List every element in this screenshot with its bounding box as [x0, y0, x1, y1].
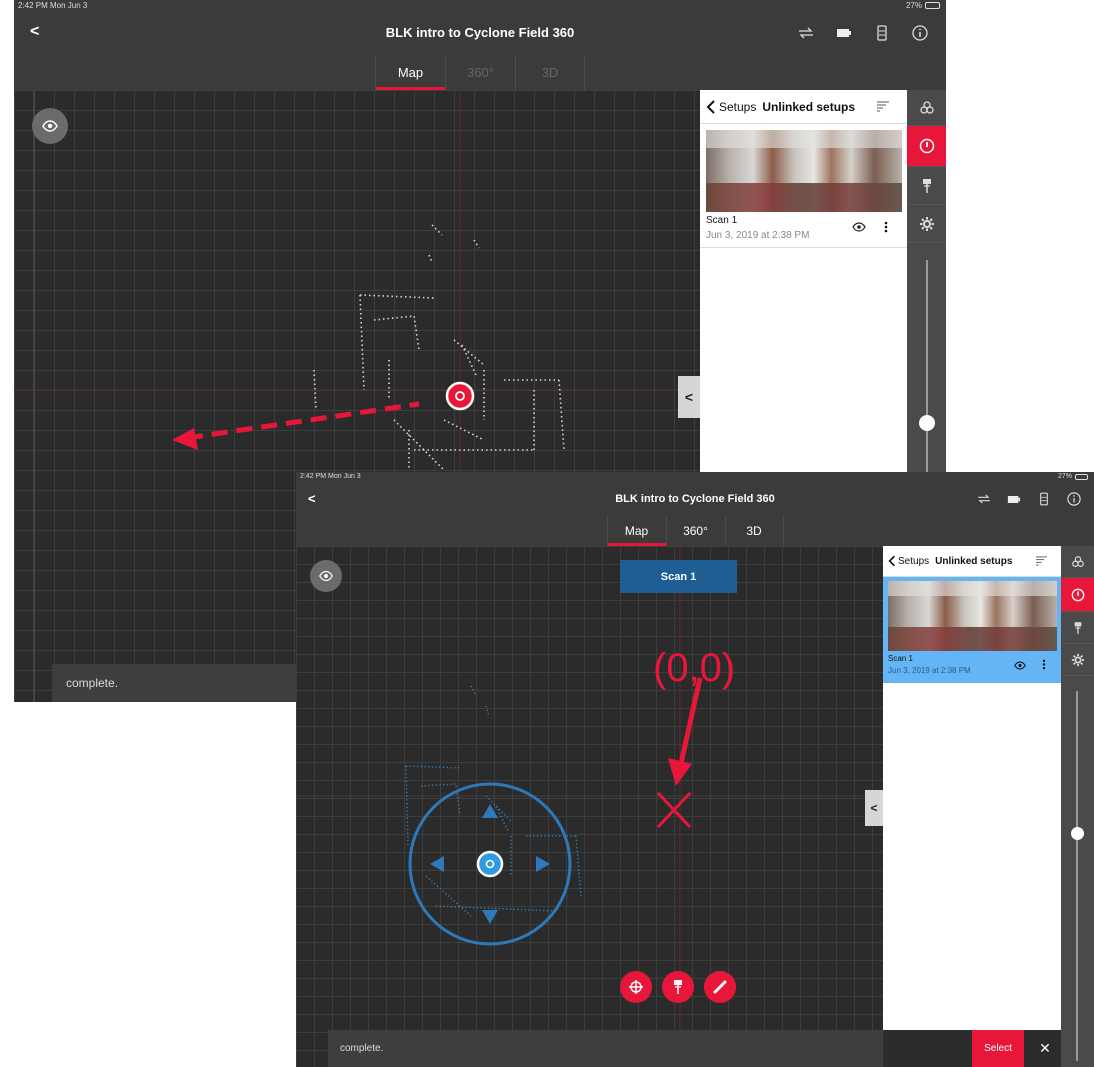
battery-percent: 27%	[1057, 473, 1072, 480]
scan-label-banner[interactable]: Scan 1	[620, 560, 737, 593]
battery-icon	[925, 2, 940, 9]
tab-map[interactable]: Map	[606, 516, 666, 546]
info-icon[interactable]	[1064, 489, 1084, 509]
panel-collapse-button[interactable]: <	[865, 790, 883, 826]
eye-icon[interactable]	[1014, 661, 1026, 670]
view-tabs: Map 360° 3D	[14, 55, 946, 90]
tab-map[interactable]: Map	[375, 55, 445, 90]
battery-percent: 27%	[905, 1, 922, 10]
setups-back-link[interactable]: Setups	[706, 100, 756, 114]
sort-icon[interactable]	[877, 101, 889, 112]
pin-icon[interactable]	[907, 167, 946, 205]
select-button[interactable]: Select	[972, 1030, 1024, 1067]
zoom-slider-handle[interactable]	[1071, 827, 1084, 840]
map-canvas[interactable]: (0,0) Scan 1 complete.	[296, 546, 883, 1067]
tab-bar: Map 360° 3D	[296, 516, 1094, 546]
toast-message: complete.	[328, 1030, 883, 1067]
status-bar: 2:42 PM Mon Jun 3 27%	[296, 472, 1094, 482]
eye-icon[interactable]	[852, 222, 866, 232]
more-options-icon[interactable]	[884, 221, 888, 233]
nav-bar: < BLK intro to Cyclone Field 360	[296, 482, 1094, 516]
point-cloud	[296, 546, 883, 1067]
layers-icon[interactable]	[1061, 546, 1094, 578]
tab-360[interactable]: 360°	[665, 516, 725, 546]
visibility-toggle-button[interactable]	[310, 560, 342, 592]
scan-card[interactable]: Scan 1 Jun 3, 2019 at 2:38 PM	[700, 124, 907, 248]
setups-back-link[interactable]: Setups	[888, 555, 929, 567]
view-tabs: Map 360° 3D	[296, 516, 1094, 546]
eye-icon	[42, 120, 58, 132]
pin-icon[interactable]	[1061, 612, 1094, 644]
setups-back-label: Setups	[898, 555, 930, 567]
chevron-left-icon	[888, 555, 895, 567]
info-icon[interactable]	[908, 21, 932, 45]
status-bar: 2:42 PM Mon Jun 3 27%	[14, 0, 946, 11]
scan-date: Jun 3, 2019 at 2:38 PM	[888, 666, 971, 675]
panel-header: Setups Unlinked setups	[700, 90, 907, 124]
tab-3d[interactable]: 3D	[724, 516, 784, 546]
nav-bar: < BLK intro to Cyclone Field 360	[14, 11, 946, 55]
battery-status-icon[interactable]	[1004, 489, 1024, 509]
more-options-icon[interactable]	[1042, 659, 1046, 670]
status-time: 2:42 PM Mon Jun 3	[18, 1, 88, 10]
scan-card[interactable]: Scan 1 Jun 3, 2019 at 2:38 PM	[883, 577, 1061, 683]
zoom-slider-handle[interactable]	[919, 415, 935, 431]
setups-back-label: Setups	[719, 99, 757, 114]
compass-icon[interactable]	[1061, 578, 1094, 612]
status-battery: 27%	[1058, 472, 1088, 482]
scanner-icon[interactable]	[870, 21, 894, 45]
tab-3d[interactable]: 3D	[515, 55, 585, 90]
scan-thumbnail	[706, 130, 902, 212]
settings-icon[interactable]	[907, 205, 946, 243]
scan-name: Scan 1	[706, 215, 738, 226]
visibility-toggle-button[interactable]	[32, 108, 68, 144]
battery-status-icon[interactable]	[832, 21, 856, 45]
status-battery: 27%	[906, 0, 940, 11]
nav-actions	[974, 489, 1084, 509]
scan-name: Scan 1	[888, 654, 913, 663]
toast-text: complete.	[340, 1043, 384, 1054]
panel-title: Unlinked setups	[762, 99, 856, 114]
measure-icon[interactable]	[704, 971, 736, 1003]
chevron-left-icon	[706, 99, 715, 114]
settings-icon[interactable]	[1061, 644, 1094, 676]
scan-date: Jun 3, 2019 at 2:38 PM	[706, 230, 810, 241]
sort-icon[interactable]	[1036, 556, 1047, 566]
toast-text: complete.	[66, 676, 119, 690]
screenshot-map-after: 2:42 PM Mon Jun 3 27% < BLK intro to Cyc…	[296, 472, 1094, 1067]
tab-bar: Map 360° 3D	[14, 55, 946, 90]
tab-360[interactable]: 360°	[445, 55, 515, 90]
panel-collapse-button[interactable]: <	[678, 376, 700, 418]
swap-icon[interactable]	[974, 489, 994, 509]
eye-icon	[319, 570, 333, 582]
nav-actions	[794, 21, 932, 45]
battery-icon	[1075, 474, 1088, 480]
status-time: 2:42 PM Mon Jun 3	[300, 473, 361, 480]
origin-annotation: (0,0)	[653, 646, 736, 690]
pin-icon[interactable]	[662, 971, 694, 1003]
zoom-slider-track[interactable]	[1076, 691, 1078, 1061]
panel-title: Unlinked setups	[935, 555, 1013, 567]
panel-header: Setups Unlinked setups	[883, 546, 1061, 577]
setups-panel: Setups Unlinked setups Scan 1 Jun 3, 201…	[883, 546, 1061, 1030]
close-toast-button[interactable]: ✕	[1030, 1030, 1060, 1067]
scan-thumbnail	[888, 581, 1057, 651]
swap-icon[interactable]	[794, 21, 818, 45]
scanner-icon[interactable]	[1034, 489, 1054, 509]
layers-icon[interactable]	[907, 90, 946, 126]
target-icon[interactable]	[620, 971, 652, 1003]
tool-rail	[1061, 546, 1094, 1067]
compass-icon[interactable]	[907, 126, 946, 167]
